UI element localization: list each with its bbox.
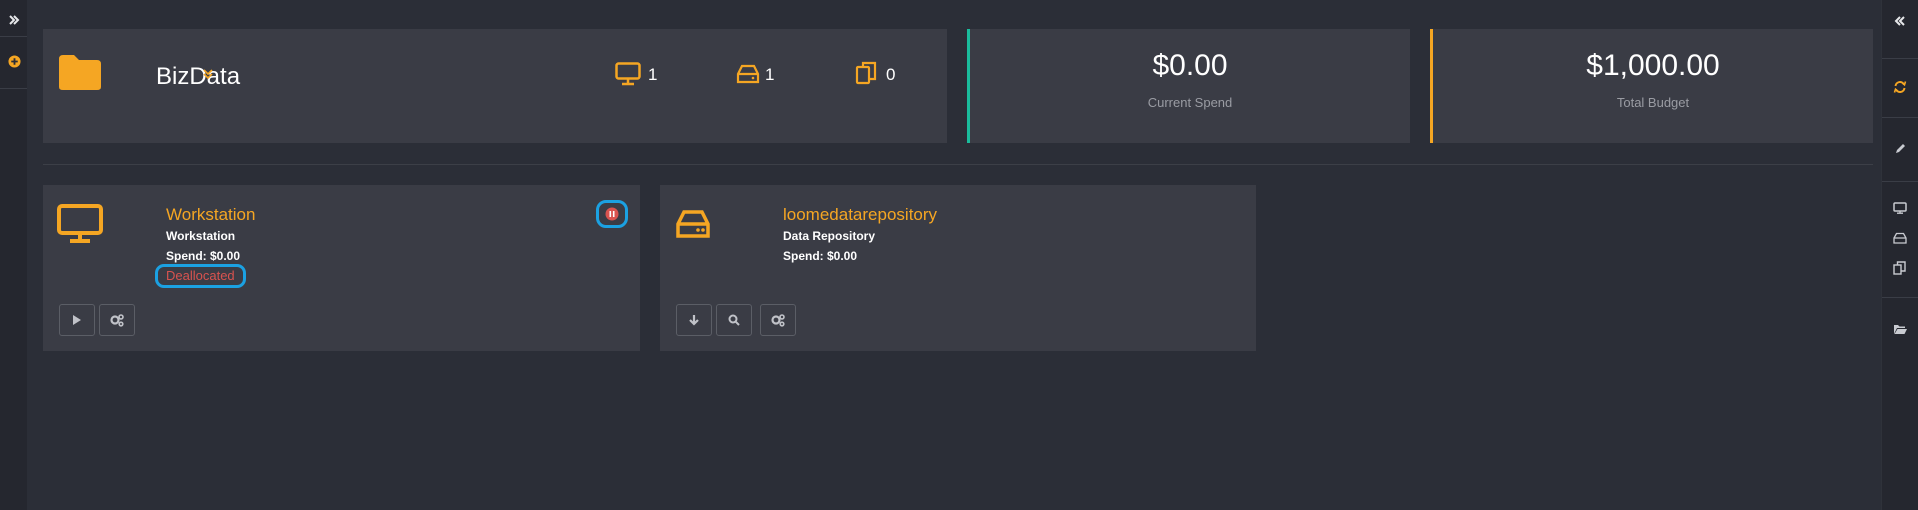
copy-icon <box>855 61 877 85</box>
monitor-icon <box>1893 202 1907 214</box>
hard-drive-icon <box>676 210 710 238</box>
current-spend-label: Current Spend <box>1147 95 1233 110</box>
open-folder-button[interactable] <box>1892 321 1908 337</box>
workstation-type: Workstation <box>166 229 236 243</box>
repository-name[interactable]: loomedatarepository <box>783 205 937 225</box>
current-spend-value: $0.00 <box>1152 49 1228 82</box>
settings-button[interactable] <box>99 304 135 336</box>
gears-icon <box>771 314 785 327</box>
resource-count: 0 <box>886 65 896 84</box>
workstation-card: Workstation Workstation Spend: $0.00 Dea… <box>43 185 640 351</box>
search-icon <box>728 314 740 326</box>
double-chevron-right-icon <box>9 15 20 25</box>
collapse-sidebar-button[interactable] <box>1892 13 1908 29</box>
search-button[interactable] <box>716 304 752 336</box>
plus-circle-icon <box>7 54 21 68</box>
monitor-icon <box>615 62 641 86</box>
resources-button[interactable] <box>1892 260 1908 276</box>
pause-button[interactable] <box>596 200 628 228</box>
add-button[interactable] <box>6 53 22 69</box>
download-button[interactable] <box>676 304 712 336</box>
pencil-icon <box>1895 143 1905 153</box>
repository-spend: Spend: $0.00 <box>783 249 858 263</box>
workspace-dropdown-icon[interactable] <box>203 66 213 84</box>
folder-open-icon <box>1893 325 1907 334</box>
play-icon <box>73 315 81 325</box>
expand-sidebar-button[interactable] <box>6 12 22 28</box>
hard-drive-icon <box>736 64 760 84</box>
pause-icon <box>605 207 619 221</box>
repository-count: 1 <box>765 65 775 84</box>
settings-button[interactable] <box>760 304 796 336</box>
total-budget-panel: $1,000.00 Total Budget <box>1430 29 1873 143</box>
total-budget-value: $1,000.00 <box>1586 49 1720 82</box>
workstations-button[interactable] <box>1892 200 1908 216</box>
divider <box>43 164 1873 165</box>
repositories-button[interactable] <box>1892 230 1908 246</box>
repository-type: Data Repository <box>783 229 876 243</box>
repository-card: loomedatarepository Data Repository Spen… <box>660 185 1256 351</box>
refresh-button[interactable] <box>1892 79 1908 95</box>
workstation-spend: Spend: $0.00 <box>166 249 241 263</box>
right-sidebar <box>1881 0 1918 510</box>
arrow-down-icon <box>689 315 699 326</box>
double-chevron-left-icon <box>1894 16 1905 26</box>
edit-button[interactable] <box>1892 140 1908 156</box>
start-button[interactable] <box>59 304 95 336</box>
hard-drive-icon <box>1893 232 1907 244</box>
copy-icon <box>1893 261 1906 275</box>
status-badge: Deallocated <box>155 264 246 288</box>
workstation-count: 1 <box>648 65 658 84</box>
left-sidebar <box>0 0 27 510</box>
folder-icon <box>59 55 101 90</box>
workspace-header-panel: BizData 1 1 0 <box>43 29 947 143</box>
workspace-title: BizData <box>156 63 241 90</box>
current-spend-panel: $0.00 Current Spend <box>967 29 1410 143</box>
monitor-icon <box>57 204 103 243</box>
workstation-name[interactable]: Workstation <box>166 205 255 225</box>
gears-icon <box>110 314 124 327</box>
refresh-icon <box>1893 81 1907 93</box>
total-budget-label: Total Budget <box>1616 95 1690 110</box>
